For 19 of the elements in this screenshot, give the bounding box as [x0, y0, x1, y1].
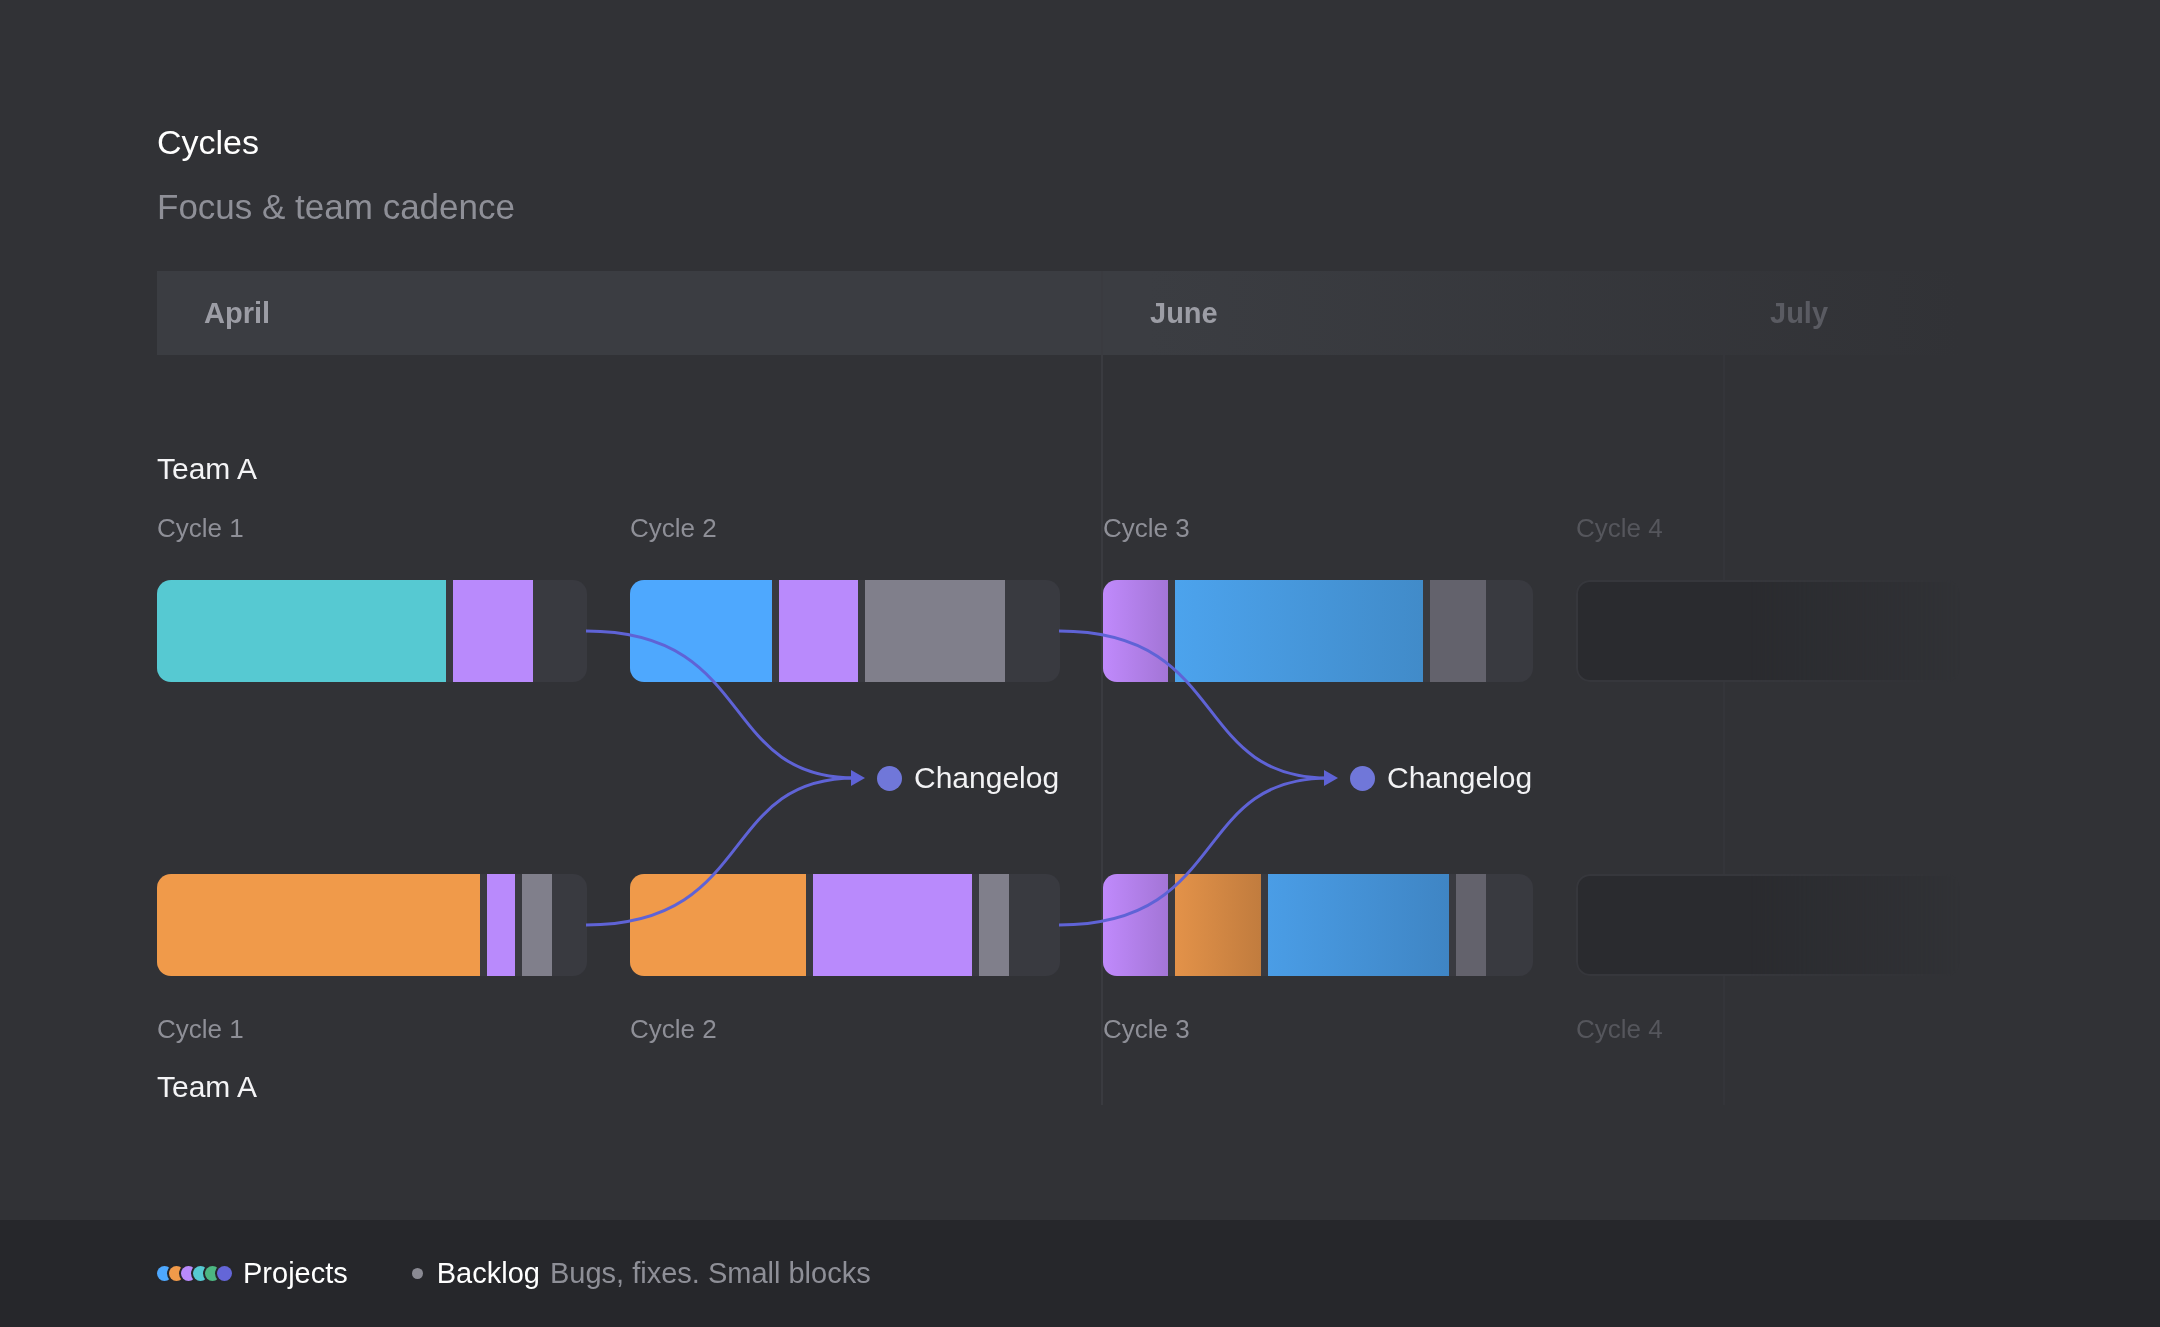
cycle-label: Cycle 2	[630, 1013, 718, 1046]
legend-description: Bugs, fixes. Small blocks	[549, 1257, 871, 1290]
cycle-label: Cycle 2	[630, 512, 718, 545]
changelog-dot	[877, 765, 902, 791]
cycle-label: Cycle 3	[1103, 1013, 1191, 1046]
team-label: Team A	[157, 1069, 258, 1105]
team-label: Team A	[157, 451, 258, 487]
cycle-label: Cycle 3	[1103, 512, 1191, 545]
month-label: April	[204, 296, 271, 330]
page-subtitle: Focus & team cadence	[157, 186, 515, 228]
legend-label: Projects	[243, 1257, 348, 1290]
legend-label: Backlog	[436, 1257, 540, 1290]
changelog-label: Changelog	[1387, 761, 1533, 795]
changelog-dot	[1350, 765, 1375, 791]
cycle-label: Cycle 1	[157, 1013, 245, 1046]
changelog-label: Changelog	[914, 761, 1060, 795]
page-title: Cycles	[157, 122, 260, 163]
cycle-label: Cycle 1	[157, 512, 245, 545]
month-label: June	[1150, 296, 1218, 330]
